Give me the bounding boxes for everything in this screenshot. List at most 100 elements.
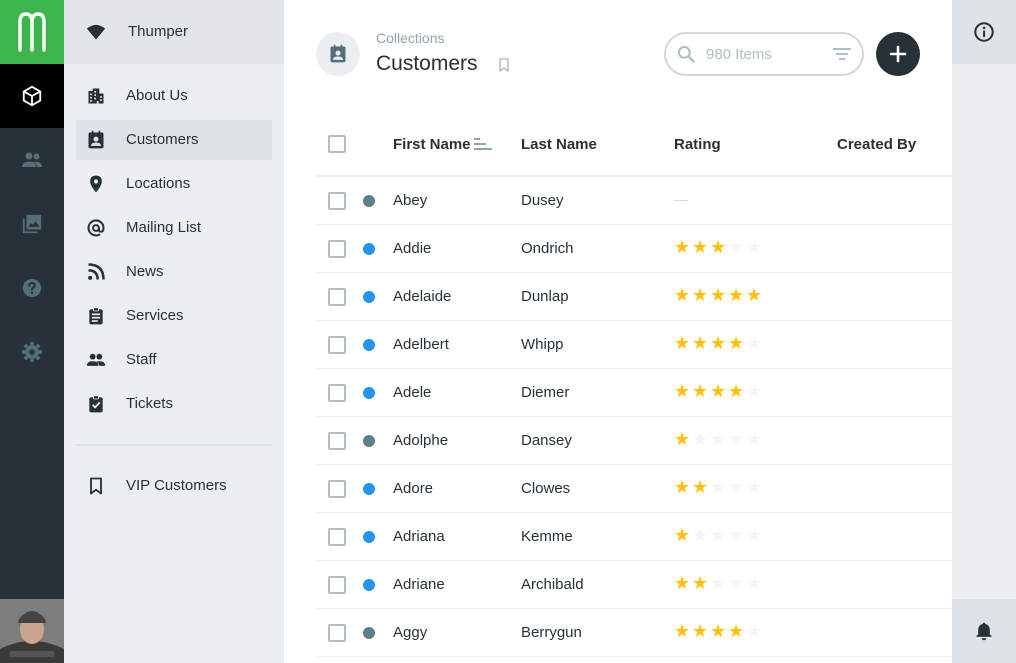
nav-item-services[interactable]: Services bbox=[76, 296, 272, 336]
checklist-icon bbox=[89, 395, 103, 413]
cell-first-name: Adele bbox=[393, 384, 432, 401]
nav-item-tickets[interactable]: Tickets bbox=[76, 384, 272, 424]
building-icon bbox=[88, 88, 104, 104]
status-dot bbox=[363, 483, 375, 495]
notifications-button[interactable] bbox=[952, 599, 1016, 663]
nav-item-about-us[interactable]: About Us bbox=[76, 76, 272, 116]
star-icon: ★ bbox=[746, 621, 763, 642]
table-row[interactable]: Aggy Berrygun ★ ★ ★ ★ ★ bbox=[316, 609, 952, 657]
table-row[interactable]: Adelaide Dunlap ★ ★ ★ ★ ★ bbox=[316, 273, 952, 321]
search-box[interactable] bbox=[664, 32, 864, 76]
row-checkbox[interactable] bbox=[328, 240, 346, 258]
cell-first-name: Abey bbox=[393, 192, 428, 209]
star-icon: ★ bbox=[746, 237, 763, 258]
star-icon: ★ bbox=[728, 237, 745, 258]
rating-stars: ★ ★ ★ ★ ★ bbox=[674, 478, 764, 498]
cell-first-name: Adelbert bbox=[393, 336, 449, 353]
table-row[interactable]: Addie Ondrich ★ ★ ★ ★ ★ bbox=[316, 225, 952, 273]
sort-icon[interactable] bbox=[473, 136, 493, 152]
nav-item-label: News bbox=[126, 263, 164, 280]
nav-item-label: Mailing List bbox=[126, 219, 202, 236]
add-item-button[interactable] bbox=[876, 32, 920, 76]
cell-last-name: Berrygun bbox=[521, 624, 582, 641]
star-icon: ★ bbox=[674, 573, 691, 594]
app-rail bbox=[0, 0, 64, 663]
star-icon: ★ bbox=[674, 621, 691, 642]
search-input[interactable] bbox=[706, 44, 826, 64]
breadcrumb[interactable]: Collections bbox=[376, 30, 444, 46]
status-dot bbox=[363, 291, 375, 303]
nav-item-news[interactable]: News bbox=[76, 252, 272, 292]
star-icon: ★ bbox=[674, 237, 691, 258]
rail-item-collections[interactable] bbox=[0, 64, 64, 128]
star-icon: ★ bbox=[692, 477, 709, 498]
row-checkbox[interactable] bbox=[328, 480, 346, 498]
rating-stars: ★ ★ ★ ★ ★ bbox=[674, 430, 764, 450]
table-row[interactable]: Adelbert Whipp ★ ★ ★ ★ ★ bbox=[316, 321, 952, 369]
cell-first-name: Adore bbox=[393, 480, 434, 497]
rating-stars: ★ ★ ★ ★ ★ bbox=[674, 526, 764, 546]
rail-item-users[interactable] bbox=[0, 128, 64, 192]
row-checkbox[interactable] bbox=[328, 288, 346, 306]
plus-icon bbox=[889, 45, 907, 63]
people-icon bbox=[86, 353, 106, 366]
rail-item-files[interactable] bbox=[0, 192, 64, 256]
star-icon: ★ bbox=[692, 573, 709, 594]
cube-icon bbox=[22, 85, 42, 107]
row-checkbox[interactable] bbox=[328, 384, 346, 402]
app-logo[interactable] bbox=[0, 0, 64, 64]
status-dot bbox=[363, 531, 375, 543]
cell-first-name: Adolphe bbox=[393, 432, 449, 449]
rail-item-settings[interactable] bbox=[0, 320, 64, 384]
nav-item-mailing-list[interactable]: Mailing List bbox=[76, 208, 272, 248]
table-row[interactable]: Adolphe Dansey ★ ★ ★ ★ ★ bbox=[316, 417, 952, 465]
star-icon: ★ bbox=[710, 621, 727, 642]
row-checkbox[interactable] bbox=[328, 336, 346, 354]
star-icon: ★ bbox=[728, 285, 745, 306]
cell-last-name: Clowes bbox=[521, 480, 571, 497]
row-checkbox[interactable] bbox=[328, 192, 346, 210]
user-avatar[interactable] bbox=[0, 599, 64, 663]
cell-last-name: Dusey bbox=[521, 192, 564, 209]
cell-last-name: Dunlap bbox=[521, 288, 569, 305]
star-icon: ★ bbox=[674, 429, 691, 450]
column-header-first-name[interactable]: First Name bbox=[393, 136, 471, 153]
table-row[interactable]: Adele Diemer ★ ★ ★ ★ ★ bbox=[316, 369, 952, 417]
star-icon: ★ bbox=[746, 525, 763, 546]
star-icon: ★ bbox=[710, 237, 727, 258]
status-dot bbox=[363, 387, 375, 399]
bell-icon bbox=[976, 622, 992, 641]
rating-stars: ★ ★ ★ ★ ★ bbox=[674, 382, 764, 402]
star-icon: ★ bbox=[710, 381, 727, 402]
table-row[interactable]: Adriane Archibald ★ ★ ★ ★ ★ bbox=[316, 561, 952, 609]
nav-item-label: Customers bbox=[126, 131, 199, 148]
nav-bookmark-vip-customers[interactable]: VIP Customers bbox=[76, 466, 272, 506]
rating-stars: ★ ★ ★ ★ ★ bbox=[674, 286, 764, 306]
table-row[interactable]: Adriana Kemme ★ ★ ★ ★ ★ bbox=[316, 513, 952, 561]
image-library-icon bbox=[22, 214, 42, 234]
column-header-last-name[interactable]: Last Name bbox=[521, 136, 597, 153]
star-icon: ★ bbox=[692, 333, 709, 354]
star-icon: ★ bbox=[692, 381, 709, 402]
cell-last-name: Kemme bbox=[521, 528, 573, 545]
row-checkbox[interactable] bbox=[328, 624, 346, 642]
table-row[interactable]: Abey Dusey — bbox=[316, 177, 952, 225]
status-dot bbox=[363, 435, 375, 447]
info-button[interactable] bbox=[952, 0, 1016, 64]
table-row[interactable]: Adore Clowes ★ ★ ★ ★ ★ bbox=[316, 465, 952, 513]
column-header-rating[interactable]: Rating bbox=[674, 136, 721, 153]
filter-icon[interactable] bbox=[832, 46, 852, 62]
row-checkbox[interactable] bbox=[328, 432, 346, 450]
select-all-checkbox[interactable] bbox=[328, 135, 346, 153]
row-checkbox[interactable] bbox=[328, 576, 346, 594]
nav-item-customers[interactable]: Customers bbox=[76, 120, 272, 160]
rail-item-help[interactable] bbox=[0, 256, 64, 320]
star-icon: ★ bbox=[674, 525, 691, 546]
cell-first-name: Addie bbox=[393, 240, 432, 257]
project-switcher[interactable]: Thumper bbox=[64, 0, 284, 64]
bookmark-icon[interactable] bbox=[496, 55, 512, 75]
nav-item-staff[interactable]: Staff bbox=[76, 340, 272, 380]
row-checkbox[interactable] bbox=[328, 528, 346, 546]
column-header-created-by[interactable]: Created By bbox=[837, 136, 916, 153]
nav-item-locations[interactable]: Locations bbox=[76, 164, 272, 204]
